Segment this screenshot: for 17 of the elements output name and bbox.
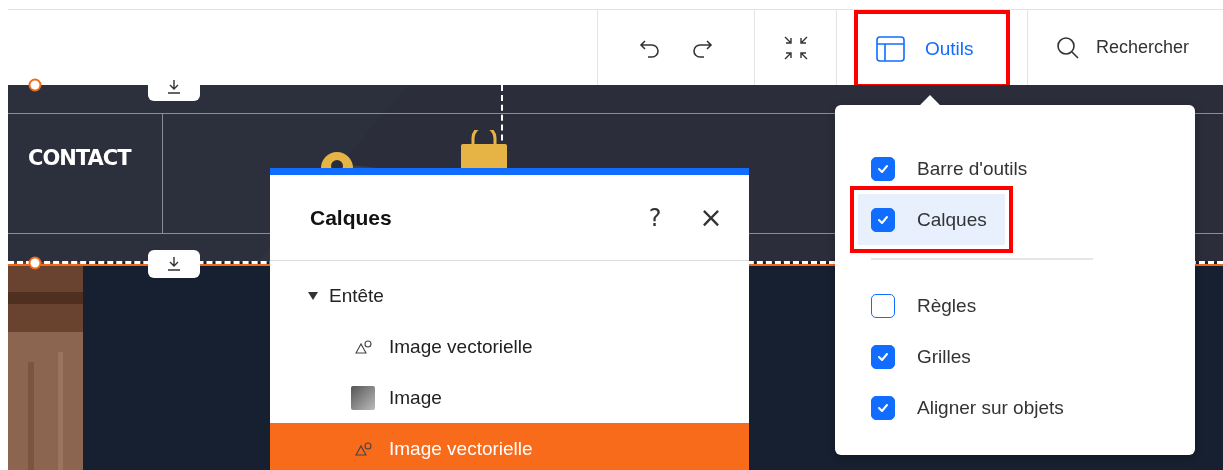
layout-icon [876,35,905,62]
layer-item[interactable]: Image vectorielle [270,321,749,372]
layer-item[interactable]: Entête [270,271,749,321]
image-thumbnail-icon [351,385,375,410]
search-button[interactable]: Rechercher [1052,35,1194,60]
menu-item[interactable]: Règles [858,280,995,331]
checkbox[interactable] [871,395,895,420]
collapse-icon [782,34,809,61]
search-icon [1056,35,1080,60]
checkbox[interactable] [871,293,895,318]
shapes-icon [354,339,372,354]
layer-item[interactable]: Image [270,372,749,423]
menu-item[interactable]: Grilles [858,331,989,382]
shapes-icon [354,441,372,456]
collapse-caret-icon[interactable] [307,290,319,302]
checkbox[interactable] [871,344,895,369]
menu-item[interactable]: Aligner sur objets [858,382,1082,433]
